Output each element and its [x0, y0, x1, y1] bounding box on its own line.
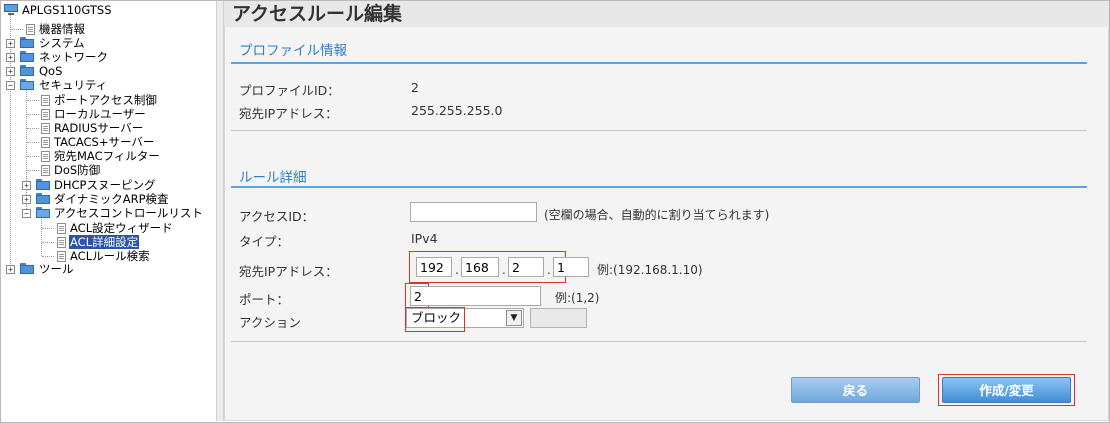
tree-item-tacacs[interactable]: TACACS+サーバー	[53, 135, 155, 149]
collapse-icon[interactable]: −	[6, 81, 15, 90]
page-icon	[57, 251, 66, 262]
access-id-label: アクセスID：	[239, 209, 315, 224]
action-extra-input	[530, 308, 587, 328]
expand-icon[interactable]: +	[6, 39, 15, 48]
tree-item-security[interactable]: セキュリティ	[38, 78, 108, 92]
expand-icon[interactable]: +	[6, 53, 15, 62]
folder-icon	[20, 51, 34, 62]
page-icon	[41, 95, 50, 106]
ip-separator: .	[502, 263, 506, 277]
expand-icon[interactable]: +	[22, 181, 31, 190]
section-title-profile: プロファイル情報	[239, 43, 347, 59]
folder-icon	[36, 193, 50, 204]
collapse-icon[interactable]: −	[22, 209, 31, 218]
folder-icon	[20, 263, 34, 274]
dest-ip-hint: 例:(192.168.1.10)	[597, 263, 703, 277]
profile-id-label: プロファイルID：	[239, 83, 340, 98]
dest-ip-label: 宛先IPアドレス：	[239, 264, 338, 279]
tree-item-dos[interactable]: DoS防御	[53, 163, 101, 177]
page-icon	[41, 137, 50, 148]
folder-open-icon	[36, 207, 50, 218]
tree-line	[41, 214, 42, 256]
port-input[interactable]	[410, 286, 541, 306]
tree-item-dhcp-snooping[interactable]: DHCPスヌーピング	[53, 178, 156, 192]
main-panel: アクセスルール編集 プロファイル情報 プロファイルID： 2 宛先IPアドレス：…	[224, 1, 1109, 421]
ip-separator: .	[547, 263, 551, 277]
page-icon	[41, 151, 50, 162]
tree-item-acl[interactable]: アクセスコントロールリスト	[53, 206, 204, 220]
tree-item-arp-inspection[interactable]: ダイナミックARP検査	[53, 192, 170, 206]
divider	[231, 341, 1087, 342]
dest-ip-octet-1[interactable]	[416, 257, 452, 277]
expand-icon[interactable]: +	[22, 195, 31, 204]
tree-root[interactable]: APLGS110GTSS	[21, 3, 113, 17]
tree-item-radius[interactable]: RADIUSサーバー	[53, 121, 144, 135]
page-icon	[41, 109, 50, 120]
profile-ip-label: 宛先IPアドレス：	[239, 106, 338, 121]
folder-icon	[36, 179, 50, 190]
port-hint: 例:(1,2)	[555, 291, 600, 305]
tree-item-system[interactable]: システム	[38, 36, 86, 50]
type-value: IPv4	[411, 231, 438, 246]
back-button[interactable]: 戻る	[791, 377, 920, 403]
profile-id-value: 2	[411, 80, 419, 95]
type-label: タイプ：	[239, 234, 290, 249]
profile-ip-value: 255.255.255.0	[411, 103, 503, 118]
tree-item-local-user[interactable]: ローカルユーザー	[53, 107, 147, 121]
page-icon	[57, 237, 66, 248]
chevron-down-icon[interactable]: ▼	[506, 310, 522, 326]
section-title-rule: ルール詳細	[239, 170, 307, 186]
page-icon	[41, 165, 50, 176]
page-icon	[57, 223, 66, 234]
page-icon	[26, 24, 35, 35]
folder-icon	[20, 37, 34, 48]
tree-item-tools[interactable]: ツール	[38, 262, 75, 276]
tree-item-acl-wizard[interactable]: ACL設定ウィザード	[69, 221, 174, 235]
device-icon	[4, 4, 18, 15]
folder-open-icon	[20, 79, 34, 90]
action-label: アクション	[239, 315, 301, 330]
dest-ip-octet-3[interactable]	[508, 257, 544, 277]
tree-item-port-access-control[interactable]: ポートアクセス制御	[53, 93, 158, 107]
highlight-box	[405, 307, 465, 332]
dest-ip-octet-4[interactable]	[553, 257, 589, 277]
tree-item-mac-filter[interactable]: 宛先MACフィルター	[53, 149, 161, 163]
expand-icon[interactable]: +	[6, 67, 15, 76]
access-id-input[interactable]	[410, 202, 537, 222]
port-label: ポート：	[239, 292, 290, 307]
title-bar: アクセスルール編集	[224, 1, 1109, 27]
tree-item-network[interactable]: ネットワーク	[38, 50, 109, 64]
page-title: アクセスルール編集	[232, 3, 403, 25]
section-divider	[231, 62, 1087, 64]
expand-icon[interactable]: +	[6, 265, 15, 274]
tree-item-device-info[interactable]: 機器情報	[38, 22, 86, 36]
dest-ip-octet-2[interactable]	[461, 257, 499, 277]
divider	[231, 130, 1087, 131]
content-area: プロファイル情報 プロファイルID： 2 宛先IPアドレス： 255.255.2…	[224, 27, 1109, 421]
tree-item-acl-detail[interactable]: ACL詳細設定	[69, 235, 140, 249]
tree-item-acl-rule-search[interactable]: ACLルール検索	[69, 249, 151, 263]
tree-line	[26, 86, 27, 213]
tree-item-qos[interactable]: QoS	[38, 64, 63, 78]
ip-separator: .	[455, 263, 459, 277]
nav-tree: APLGS110GTSS 機器情報 + システム + ネットワーク + QoS …	[1, 1, 216, 421]
pane-splitter[interactable]	[216, 1, 224, 421]
submit-button[interactable]: 作成/変更	[942, 377, 1071, 403]
access-id-hint: (空欄の場合、自動的に割り当てられます)	[544, 208, 770, 222]
page-icon	[41, 123, 50, 134]
folder-icon	[20, 65, 34, 76]
section-divider	[231, 186, 1087, 188]
